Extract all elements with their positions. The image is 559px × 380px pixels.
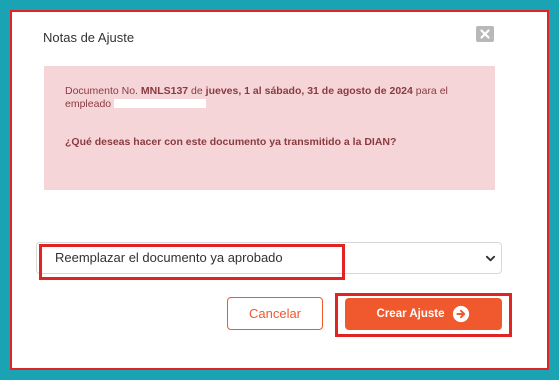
document-info: Documento No. MNLS137 de jueves, 1 al sá… — [65, 85, 448, 110]
alert-question: ¿Qué deseas hacer con este documento ya … — [65, 136, 397, 148]
close-button[interactable] — [476, 26, 494, 42]
document-period: jueves, 1 al sábado, 31 de agosto de 202… — [205, 85, 413, 97]
document-alert: Documento No. MNLS137 de jueves, 1 al sá… — [44, 66, 495, 190]
chevron-down-icon — [485, 255, 496, 262]
select-highlight-box — [39, 244, 345, 280]
cancel-button[interactable]: Cancelar — [227, 297, 323, 330]
arrow-right-circle-icon — [453, 305, 470, 323]
dialog-title: Notas de Ajuste — [43, 30, 135, 45]
close-icon — [480, 29, 490, 39]
create-adjustment-button[interactable]: Crear Ajuste — [345, 298, 502, 330]
document-number: MNLS137 — [140, 85, 189, 97]
redacted-employee-name — [114, 99, 207, 108]
create-adjustment-label: Crear Ajuste — [376, 308, 445, 320]
